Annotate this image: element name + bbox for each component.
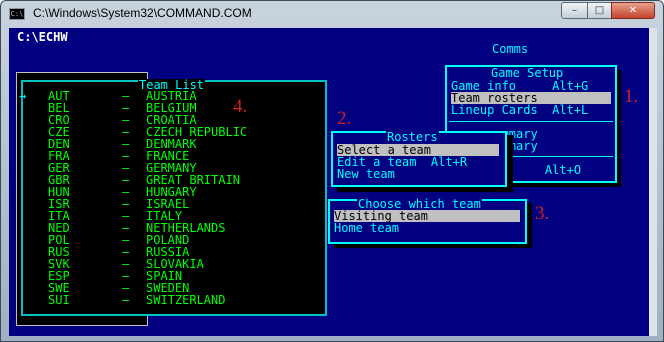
- menu-item-lineup-cards[interactable]: Lineup Cards Alt+L: [451, 104, 611, 116]
- close-button[interactable]: ✕: [611, 2, 655, 19]
- step-marker-1: 1.: [624, 86, 639, 107]
- menu-item-new-team[interactable]: New team: [337, 168, 499, 180]
- vertical-scrollbar[interactable]: [649, 28, 657, 336]
- comms-menu[interactable]: Comms: [492, 43, 528, 55]
- menu-separator: [449, 121, 613, 122]
- rosters-title: Rosters: [386, 130, 439, 144]
- maximize-button[interactable]: □: [587, 2, 612, 19]
- team-separator: –: [122, 293, 130, 307]
- prompt-path: C:\ECHW: [17, 30, 68, 44]
- step-marker-4: 4.: [233, 96, 248, 117]
- team-name: SWITZERLAND: [146, 293, 226, 307]
- game-setup-title: Game Setup: [490, 66, 565, 80]
- option-home-team[interactable]: Home team: [334, 222, 520, 234]
- step-marker-3: 3.: [535, 203, 550, 224]
- minimize-button[interactable]: –: [561, 2, 588, 19]
- step-marker-2: 2.: [337, 108, 352, 129]
- command-window: C:\ C:\Windows\System32\COMMAND.COM – □ …: [0, 0, 664, 342]
- team-code: SUI: [48, 293, 70, 307]
- title-bar[interactable]: C:\ C:\Windows\System32\COMMAND.COM – □ …: [1, 1, 663, 27]
- team-list-item[interactable]: SUI – SWITZERLAND: [36, 294, 316, 306]
- console-area[interactable]: C:\ECHW Comms Team List → AUT – AUSTRIA BEL…: [9, 28, 649, 336]
- window-title: C:\Windows\System32\COMMAND.COM: [33, 6, 252, 20]
- command-prompt-icon: C:\: [9, 8, 25, 20]
- selection-arrow-icon: →: [19, 89, 27, 103]
